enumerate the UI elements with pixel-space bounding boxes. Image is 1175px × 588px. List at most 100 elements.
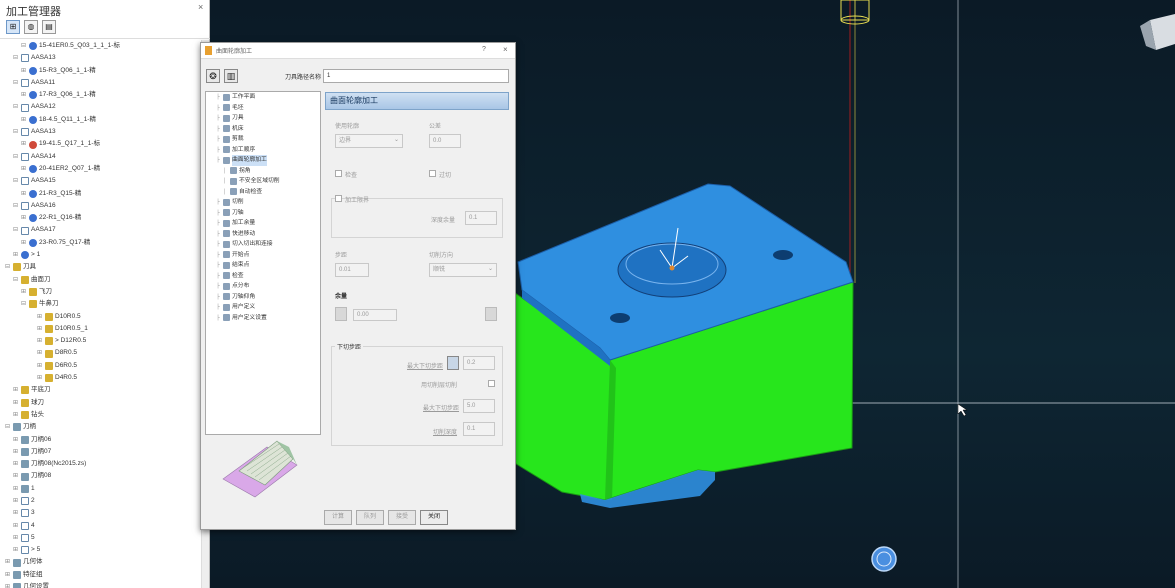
expand-toggle-icon[interactable]: ⊟ bbox=[4, 261, 11, 273]
tree-item[interactable]: ⊞ 15-R3_Q06_1_1-精 bbox=[0, 65, 210, 77]
nav-item[interactable]: │ 不安全区域切削 bbox=[206, 176, 320, 187]
max-step-input[interactable]: 0.2 bbox=[463, 356, 495, 370]
nav-item[interactable]: ├ 开始点 bbox=[206, 250, 320, 261]
gouge-checkbox[interactable] bbox=[429, 170, 436, 177]
nav-item[interactable]: ├ 快进移动 bbox=[206, 229, 320, 240]
layer-checkbox[interactable] bbox=[488, 380, 495, 387]
expand-toggle-icon[interactable]: ⊞ bbox=[36, 347, 43, 359]
expand-toggle-icon[interactable]: ⊟ bbox=[12, 151, 19, 163]
nav-item[interactable]: ├ 刀轴 bbox=[206, 208, 320, 219]
tree-item[interactable]: ⊟ 刀具 bbox=[0, 261, 210, 273]
toolpath-strategy-icon[interactable]: ❂ bbox=[206, 69, 220, 83]
library-icon[interactable]: ▥ bbox=[224, 69, 238, 83]
tree-item[interactable]: ⊟ 刀柄 bbox=[0, 421, 210, 433]
expand-toggle-icon[interactable]: ⊟ bbox=[12, 77, 19, 89]
tree-item[interactable]: ⊞ 特征组 bbox=[0, 569, 210, 581]
nav-item[interactable]: ├ 加工顺序 bbox=[206, 145, 320, 156]
tree-item[interactable]: ⊞ 19-41.5_Q17_1_1-标 bbox=[0, 138, 210, 150]
tree-item[interactable]: ⊟ AASA16 bbox=[0, 200, 210, 212]
expand-toggle-icon[interactable]: ⊟ bbox=[12, 224, 19, 236]
nav-item[interactable]: ├ 结束点 bbox=[206, 260, 320, 271]
calculate-button[interactable]: 计算 bbox=[324, 510, 352, 525]
expand-toggle-icon[interactable]: ⊞ bbox=[20, 138, 27, 150]
tree-item[interactable]: ⊞ 1 bbox=[0, 483, 210, 495]
tree-item[interactable]: ⊞ 17-R3_Q06_1_1-精 bbox=[0, 89, 210, 101]
tree-item[interactable]: ⊞ 21-R3_Q15-精 bbox=[0, 188, 210, 200]
expand-toggle-icon[interactable]: ⊞ bbox=[20, 114, 27, 126]
expand-toggle-icon[interactable]: ⊟ bbox=[12, 101, 19, 113]
nav-item[interactable]: ├ 刀具 bbox=[206, 113, 320, 124]
tree-item[interactable]: ⊞ 刀柄06 bbox=[0, 434, 210, 446]
expand-toggle-icon[interactable]: ⊞ bbox=[12, 470, 19, 482]
expand-toggle-icon[interactable]: ⊞ bbox=[12, 446, 19, 458]
expand-toggle-icon[interactable]: ⊞ bbox=[12, 544, 19, 556]
tree-item[interactable]: ⊞ D10R0.5_1 bbox=[0, 323, 210, 335]
expand-toggle-icon[interactable]: ⊞ bbox=[12, 532, 19, 544]
tree-item[interactable]: ⊞ 球刀 bbox=[0, 397, 210, 409]
expand-toggle-icon[interactable]: ⊞ bbox=[36, 335, 43, 347]
tree-item[interactable]: ⊞ D4R0.5 bbox=[0, 372, 210, 384]
tree-item[interactable]: ⊞ 5 bbox=[0, 532, 210, 544]
tree-item[interactable]: ⊞ > 5 bbox=[0, 544, 210, 556]
tree-item[interactable]: ⊞ 飞刀 bbox=[0, 286, 210, 298]
expand-toggle-icon[interactable]: ⊞ bbox=[12, 249, 19, 261]
expand-toggle-icon[interactable]: ⊟ bbox=[12, 175, 19, 187]
expand-toggle-icon[interactable]: ⊞ bbox=[12, 458, 19, 470]
nav-item[interactable]: ├ 用户定义 bbox=[206, 302, 320, 313]
max-step2-input[interactable]: 5.0 bbox=[463, 399, 495, 413]
limit-checkbox[interactable] bbox=[335, 195, 342, 202]
direction-select[interactable]: 顺铣 bbox=[429, 263, 497, 277]
expand-toggle-icon[interactable]: ⊞ bbox=[20, 89, 27, 101]
expand-toggle-icon[interactable]: ⊟ bbox=[4, 421, 11, 433]
expand-toggle-icon[interactable]: ⊟ bbox=[12, 200, 19, 212]
nav-item[interactable]: ├ 切削 bbox=[206, 197, 320, 208]
tree-item[interactable]: ⊟ AASA15 bbox=[0, 175, 210, 187]
contour-select[interactable]: 边界 bbox=[335, 134, 403, 148]
tree-item[interactable]: ⊞ 18-4.5_Q11_1_1-精 bbox=[0, 114, 210, 126]
expand-toggle-icon[interactable]: ⊞ bbox=[20, 237, 27, 249]
document-icon[interactable]: ▤ bbox=[42, 20, 56, 34]
tree-item[interactable]: ⊞ D8R0.5 bbox=[0, 347, 210, 359]
tree-item[interactable]: ⊟ AASA14 bbox=[0, 151, 210, 163]
tree-item[interactable]: ⊞ 钻头 bbox=[0, 409, 210, 421]
expand-toggle-icon[interactable]: ⊟ bbox=[12, 274, 19, 286]
margin-increase-button[interactable] bbox=[485, 307, 497, 321]
tree-item[interactable]: ⊞ 平底刀 bbox=[0, 384, 210, 396]
expand-toggle-icon[interactable]: ⊞ bbox=[36, 323, 43, 335]
dialog-titlebar[interactable]: 曲面轮廓加工 ? × bbox=[201, 43, 515, 59]
tree-item[interactable]: ⊞ 3 bbox=[0, 507, 210, 519]
expand-toggle-icon[interactable]: ⊞ bbox=[12, 483, 19, 495]
nav-item[interactable]: ├ 工作平面 bbox=[206, 92, 320, 103]
tree-item[interactable]: ⊞ 20-41ER2_Q07_1-精 bbox=[0, 163, 210, 175]
explorer-close-button[interactable]: × bbox=[198, 2, 203, 12]
expand-toggle-icon[interactable]: ⊞ bbox=[12, 384, 19, 396]
expand-toggle-icon[interactable]: ⊞ bbox=[20, 286, 27, 298]
tree-item[interactable]: ⊞ > 1 bbox=[0, 249, 210, 261]
tree-item[interactable]: ⊟ 15-41ER0.5_Q03_1_1_1-标 bbox=[0, 40, 210, 52]
nav-item[interactable]: ├ 刀轴仰角 bbox=[206, 292, 320, 303]
expand-toggle-icon[interactable]: ⊞ bbox=[12, 520, 19, 532]
expand-toggle-icon[interactable]: ⊞ bbox=[20, 65, 27, 77]
margin-input[interactable]: 0.00 bbox=[353, 309, 397, 321]
path-name-input[interactable]: 1 bbox=[323, 69, 509, 83]
nav-item[interactable]: ├ 点分布 bbox=[206, 281, 320, 292]
expand-toggle-icon[interactable]: ⊞ bbox=[12, 507, 19, 519]
nav-item[interactable]: ├ 用户定义设置 bbox=[206, 313, 320, 324]
tree-item[interactable]: ⊞ 23-R0.75_Q17-精 bbox=[0, 237, 210, 249]
nav-item[interactable]: ├ 切入切出和连接 bbox=[206, 239, 320, 250]
globe-icon[interactable]: ◍ bbox=[24, 20, 38, 34]
expand-toggle-icon[interactable]: ⊞ bbox=[4, 569, 11, 581]
expand-toggle-icon[interactable]: ⊞ bbox=[4, 556, 11, 568]
expand-toggle-icon[interactable]: ⊟ bbox=[20, 40, 27, 52]
tree-item[interactable]: ⊞ 2 bbox=[0, 495, 210, 507]
nav-item[interactable]: ├ 剪裁 bbox=[206, 134, 320, 145]
tree-item[interactable]: ⊞ > D12R0.5 bbox=[0, 335, 210, 347]
tree-item[interactable]: ⊟ AASA11 bbox=[0, 77, 210, 89]
nav-item[interactable]: │ 拐角 bbox=[206, 166, 320, 177]
expand-toggle-icon[interactable]: ⊟ bbox=[20, 298, 27, 310]
expand-toggle-icon[interactable]: ⊞ bbox=[4, 581, 11, 588]
accept-button[interactable]: 接受 bbox=[388, 510, 416, 525]
expand-toggle-icon[interactable]: ⊞ bbox=[36, 311, 43, 323]
tree-item[interactable]: ⊞ 刀柄08(Nc2015.zs) bbox=[0, 458, 210, 470]
nav-item[interactable]: │ 自动检查 bbox=[206, 187, 320, 198]
